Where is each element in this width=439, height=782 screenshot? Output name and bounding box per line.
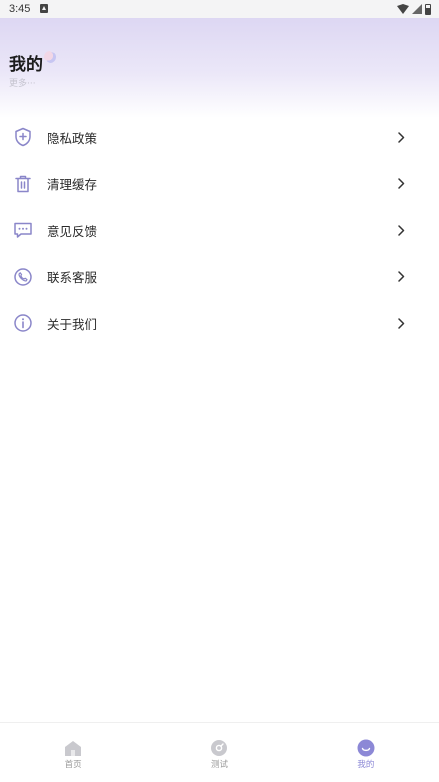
menu-item-feedback[interactable]: 意见反馈 bbox=[0, 207, 439, 254]
chevron-right-icon bbox=[396, 178, 406, 190]
profile-smile-icon bbox=[357, 739, 375, 757]
trash-icon bbox=[13, 174, 33, 194]
wifi-icon bbox=[397, 4, 409, 14]
menu-item-label: 清理缓存 bbox=[47, 177, 98, 193]
menu-item-label: 意见反馈 bbox=[47, 223, 98, 239]
home-icon bbox=[64, 739, 82, 757]
tab-mine[interactable]: 我的 bbox=[293, 723, 439, 782]
menu-item-label: 隐私政策 bbox=[47, 130, 98, 146]
menu-item-about-us[interactable]: 关于我们 bbox=[0, 300, 439, 347]
notification-icon bbox=[40, 4, 48, 13]
header-subtitle: 更多··· bbox=[9, 79, 36, 89]
chevron-right-icon bbox=[396, 317, 406, 329]
status-indicators bbox=[397, 3, 431, 15]
status-bar: 3:45 bbox=[0, 0, 439, 18]
status-time: 3:45 bbox=[9, 3, 31, 15]
chevron-right-icon bbox=[396, 131, 406, 143]
test-icon bbox=[210, 739, 228, 757]
info-icon bbox=[13, 313, 33, 333]
bottom-tab-bar: 首页 测试 我的 bbox=[0, 722, 439, 782]
tab-label: 测试 bbox=[210, 760, 228, 770]
menu-item-contact-support[interactable]: 联系客服 bbox=[0, 254, 439, 301]
menu-item-clear-cache[interactable]: 清理缓存 bbox=[0, 161, 439, 208]
tab-label: 我的 bbox=[357, 760, 375, 770]
battery-icon bbox=[425, 3, 431, 15]
moon-icon bbox=[44, 51, 56, 63]
settings-menu: 隐私政策 清理缓存 意见反馈 联系客服 关于我们 bbox=[0, 114, 439, 347]
chevron-right-icon bbox=[396, 224, 406, 236]
chat-bubble-icon bbox=[13, 220, 33, 240]
tab-label: 首页 bbox=[64, 760, 82, 770]
shield-plus-icon bbox=[13, 127, 33, 147]
chevron-right-icon bbox=[396, 271, 406, 283]
tab-test[interactable]: 测试 bbox=[146, 723, 292, 782]
tab-home[interactable]: 首页 bbox=[0, 723, 146, 782]
menu-item-privacy-policy[interactable]: 隐私政策 bbox=[0, 114, 439, 161]
signal-icon bbox=[412, 4, 422, 14]
phone-icon bbox=[13, 267, 33, 287]
menu-item-label: 联系客服 bbox=[47, 270, 98, 286]
page-title: 我的 bbox=[9, 55, 43, 75]
menu-item-label: 关于我们 bbox=[47, 316, 98, 332]
profile-header: 我的 更多··· bbox=[0, 18, 439, 118]
